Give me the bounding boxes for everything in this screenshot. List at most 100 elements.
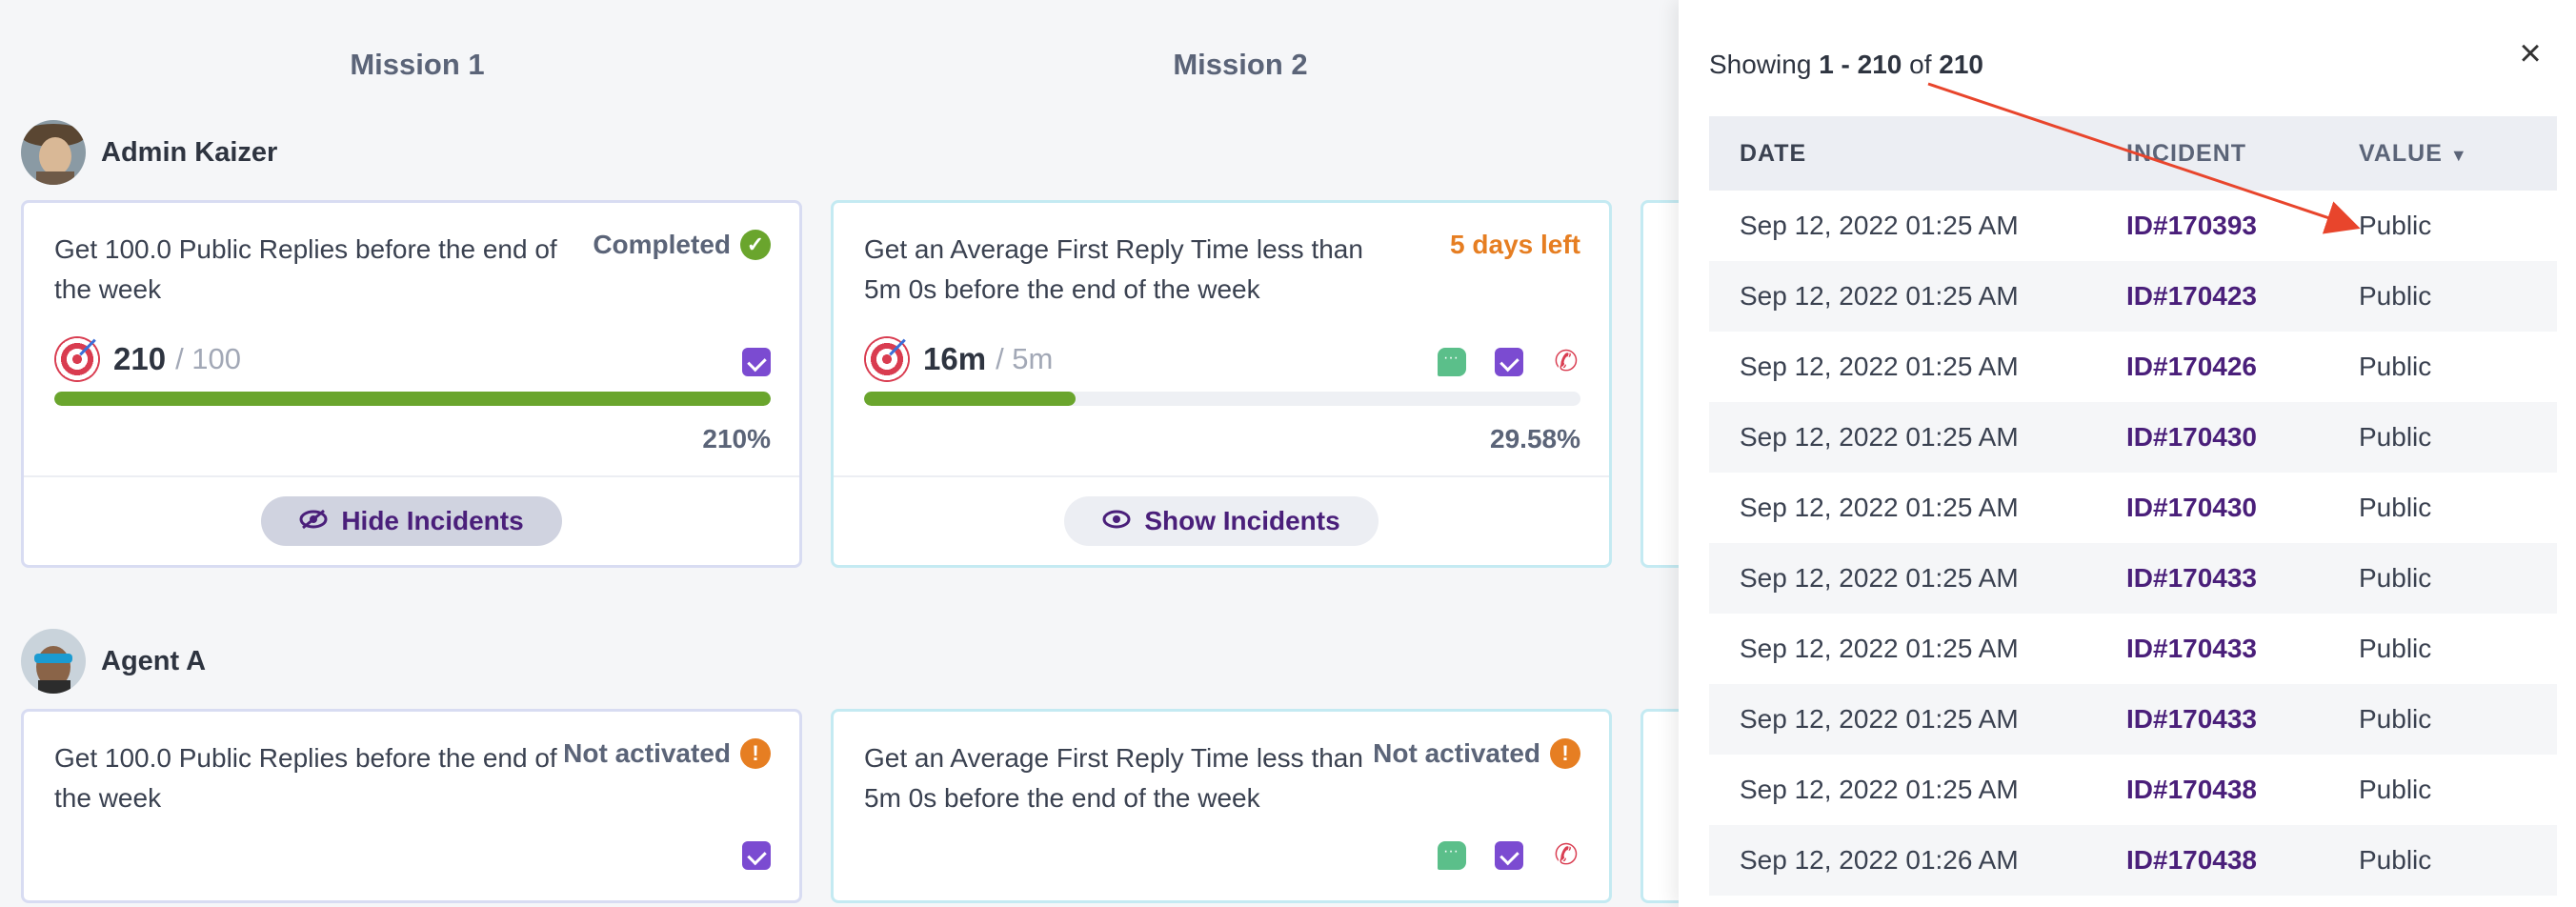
exclamation-icon: ! — [1550, 738, 1580, 769]
mission-description: Get 100.0 Public Replies before the end … — [54, 743, 557, 813]
cell-incident-link[interactable]: ID#170430 — [2126, 422, 2359, 453]
hide-incidents-button[interactable]: Hide Incidents — [261, 496, 562, 546]
phone-icon: ✆ — [1554, 346, 1579, 377]
incidents-table: DATE INCIDENT VALUE ▼ Sep 12, 2022 01:25 … — [1709, 116, 2557, 896]
table-row[interactable]: Sep 12, 2022 01:25 AM ID#170426 Public — [1709, 332, 2557, 402]
cell-incident-link[interactable]: ID#170433 — [2126, 704, 2359, 735]
progress-bar — [54, 392, 771, 406]
current-value: 16m — [923, 341, 987, 376]
percent-label: 29.58% — [1490, 424, 1580, 454]
progress-values: 16m / 5m — [864, 336, 1053, 382]
showing-prefix: Showing — [1709, 50, 1812, 79]
agent-row-agent-a: Agent A — [21, 629, 206, 694]
target-value: / 5m — [996, 342, 1054, 375]
cell-date: Sep 12, 2022 01:26 AM — [1740, 845, 2019, 875]
button-label: Hide Incidents — [341, 506, 524, 535]
progress-bar — [864, 392, 1580, 406]
avatar — [21, 120, 86, 185]
mission-description: Get an Average First Reply Time less tha… — [864, 234, 1363, 304]
cell-date: Sep 12, 2022 01:25 AM — [1740, 422, 2019, 452]
target-icon — [864, 336, 910, 382]
exclamation-icon: ! — [740, 738, 771, 769]
cell-date: Sep 12, 2022 01:25 AM — [1740, 634, 2019, 663]
status-badge: Not activated ! — [1373, 738, 1580, 769]
cell-date: Sep 12, 2022 01:25 AM — [1740, 775, 2019, 804]
card-footer: Show Incidents — [834, 475, 1609, 565]
status-label: Not activated — [563, 738, 731, 768]
table-row[interactable]: Sep 12, 2022 01:25 AM ID#170423 Public — [1709, 261, 2557, 332]
table-header: DATE INCIDENT VALUE ▼ — [1709, 116, 2557, 191]
status-label: Not activated — [1373, 738, 1540, 768]
table-row[interactable]: Sep 12, 2022 01:26 AM ID#170438 Public — [1709, 825, 2557, 896]
cell-incident-link[interactable]: ID#170423 — [2126, 281, 2359, 312]
mission-description: Get an Average First Reply Time less tha… — [864, 743, 1363, 813]
target-value: / 100 — [175, 342, 242, 375]
mission-card: Get an Average First Reply Time less tha… — [831, 200, 1612, 568]
eye-slash-icon — [299, 507, 328, 536]
channel-icons: ✆ — [1438, 348, 1580, 376]
cell-incident-link[interactable]: ID#170393 — [2126, 211, 2359, 241]
mission-2-title: Mission 2 — [1173, 48, 1308, 81]
phone-icon: ✆ — [1554, 839, 1579, 871]
cell-incident-link[interactable]: ID#170426 — [2126, 352, 2359, 382]
current-value: 210 — [113, 341, 167, 376]
channel-icons — [742, 348, 771, 376]
status-label: 5 days left — [1450, 230, 1580, 259]
table-row[interactable]: Sep 12, 2022 01:25 AM ID#170433 Public — [1709, 614, 2557, 684]
cell-value: Public — [2359, 563, 2432, 593]
cell-date: Sep 12, 2022 01:25 AM — [1740, 704, 2019, 734]
cell-value: Public — [2359, 634, 2432, 663]
cell-incident-link[interactable]: ID#170438 — [2126, 775, 2359, 805]
cell-date: Sep 12, 2022 01:25 AM — [1740, 352, 2019, 381]
table-row[interactable]: Sep 12, 2022 01:25 AM ID#170433 Public — [1709, 543, 2557, 614]
check-icon: ✓ — [740, 230, 771, 260]
column-incident[interactable]: INCIDENT — [2126, 140, 2359, 168]
table-row[interactable]: Sep 12, 2022 01:25 AM ID#170438 Public — [1709, 755, 2557, 825]
showing-count: Showing 1 - 210 of 210 — [1709, 50, 1983, 80]
channel-icons: ✆ — [1438, 841, 1580, 870]
table-row[interactable]: Sep 12, 2022 01:25 AM ID#170430 Public — [1709, 473, 2557, 543]
table-row[interactable]: Sep 12, 2022 01:25 AM ID#170430 Public — [1709, 402, 2557, 473]
cell-value: Public — [2359, 493, 2432, 522]
agent-row-admin-kaizer: Admin Kaizer — [21, 120, 277, 185]
mission-1-title: Mission 1 — [350, 48, 485, 81]
table-row[interactable]: Sep 12, 2022 01:25 AM ID#170393 Public — [1709, 191, 2557, 261]
status-badge: 5 days left — [1450, 230, 1580, 260]
card-footer: Hide Incidents — [24, 475, 799, 565]
cell-date: Sep 12, 2022 01:25 AM — [1740, 493, 2019, 522]
chat-icon — [1438, 841, 1466, 870]
cell-incident-link[interactable]: ID#170438 — [2126, 845, 2359, 876]
status-badge: Not activated ! — [563, 738, 771, 769]
table-row[interactable]: Sep 12, 2022 01:25 AM ID#170433 Public — [1709, 684, 2557, 755]
cell-date: Sep 12, 2022 01:25 AM — [1740, 563, 2019, 593]
incidents-panel: Showing 1 - 210 of 210 × DATE INCIDENT V… — [1679, 0, 2576, 907]
progress-values: 210 / 100 — [54, 336, 241, 382]
cell-date: Sep 12, 2022 01:25 AM — [1740, 281, 2019, 311]
mission-card: Get 100.0 Public Replies before the end … — [21, 200, 802, 568]
email-icon — [742, 348, 771, 376]
column-value-label: VALUE — [2359, 139, 2443, 167]
cell-value: Public — [2359, 281, 2432, 311]
cell-value: Public — [2359, 422, 2432, 452]
sort-desc-icon: ▼ — [2449, 145, 2468, 165]
showing-of: of — [1909, 50, 1932, 79]
showing-total: 210 — [1939, 50, 1983, 79]
column-value[interactable]: VALUE ▼ — [2359, 140, 2557, 168]
progress-bar-fill — [864, 392, 1077, 406]
channel-icons — [742, 841, 771, 870]
mission-description: Get 100.0 Public Replies before the end … — [54, 234, 557, 304]
cell-incident-link[interactable]: ID#170430 — [2126, 493, 2359, 523]
cell-value: Public — [2359, 211, 2432, 240]
cell-incident-link[interactable]: ID#170433 — [2126, 634, 2359, 664]
agent-name: Admin Kaizer — [101, 136, 278, 168]
cell-value: Public — [2359, 352, 2432, 381]
cell-incident-link[interactable]: ID#170433 — [2126, 563, 2359, 594]
show-incidents-button[interactable]: Show Incidents — [1064, 496, 1379, 546]
email-icon — [742, 841, 771, 870]
agent-name: Agent A — [101, 645, 207, 676]
target-icon — [54, 336, 100, 382]
status-badge: Completed ✓ — [593, 230, 771, 260]
column-date[interactable]: DATE — [1709, 140, 2126, 168]
email-icon — [1495, 348, 1523, 376]
close-icon[interactable]: × — [2511, 34, 2549, 72]
